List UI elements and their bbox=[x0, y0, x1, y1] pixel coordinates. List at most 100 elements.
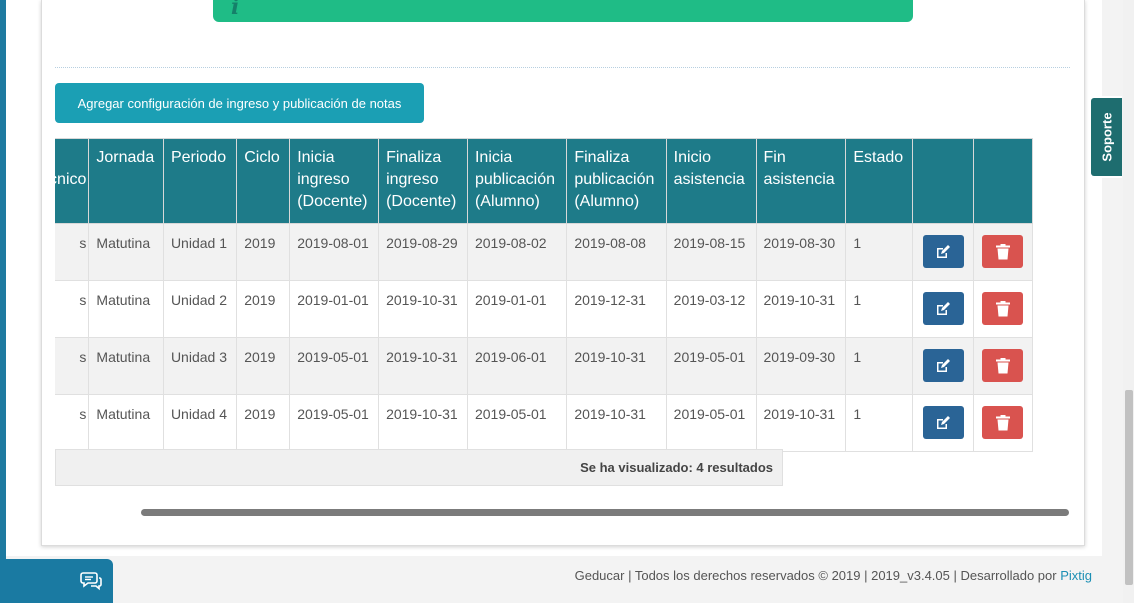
column-header-fin-asistencia: Fin asistencia bbox=[755, 138, 847, 224]
cell-edit-action bbox=[912, 394, 974, 452]
table-row: s Matutina Unidad 1 2019 2019-08-01 2019… bbox=[55, 223, 1034, 281]
cell-jornada: Matutina bbox=[88, 337, 164, 395]
cell-ciclo: 2019 bbox=[236, 223, 291, 281]
edit-button[interactable] bbox=[922, 292, 964, 325]
column-header-delete bbox=[972, 138, 1034, 224]
cell-ciclo: 2019 bbox=[236, 394, 291, 452]
cell-tecnico: s bbox=[55, 337, 90, 395]
cell-edit-action bbox=[912, 337, 974, 395]
column-header-finaliza-publicacion: Finaliza publicación (Alumno) bbox=[566, 138, 667, 224]
trash-icon bbox=[995, 300, 1010, 316]
cell-ciclo: 2019 bbox=[236, 280, 291, 338]
cell-inicia-publicacion: 2019-01-01 bbox=[466, 280, 568, 338]
configurations-table: Técnico Jornada Periodo Ciclo Inicia ing… bbox=[55, 138, 1034, 452]
chat-widget-tab[interactable] bbox=[0, 559, 113, 603]
cell-finaliza-ingreso: 2019-10-31 bbox=[378, 280, 468, 338]
cell-inicia-publicacion: 2019-05-01 bbox=[466, 394, 568, 452]
edit-icon bbox=[937, 358, 951, 372]
cell-inicio-asistencia: 2019-05-01 bbox=[665, 337, 757, 395]
vertical-scrollbar-thumb[interactable] bbox=[1125, 390, 1133, 585]
column-header-tecnico: Técnico bbox=[55, 138, 90, 224]
cell-finaliza-publicacion: 2019-08-08 bbox=[566, 223, 667, 281]
cell-inicia-ingreso: 2019-08-01 bbox=[289, 223, 380, 281]
cell-finaliza-publicacion: 2019-12-31 bbox=[566, 280, 667, 338]
table-row: s Matutina Unidad 3 2019 2019-05-01 2019… bbox=[55, 337, 1034, 395]
cell-inicia-publicacion: 2019-06-01 bbox=[466, 337, 568, 395]
cell-edit-action bbox=[912, 223, 974, 281]
column-header-edit bbox=[912, 138, 974, 224]
table-scroll-container[interactable]: Técnico Jornada Periodo Ciclo Inicia ing… bbox=[55, 138, 1071, 488]
cell-fin-asistencia: 2019-09-30 bbox=[755, 337, 847, 395]
cell-finaliza-ingreso: 2019-08-29 bbox=[378, 223, 468, 281]
footer-pixtig-link[interactable]: Pixtig bbox=[1060, 568, 1092, 583]
delete-button[interactable] bbox=[982, 292, 1024, 325]
edit-button[interactable] bbox=[922, 349, 964, 382]
cell-fin-asistencia: 2019-08-30 bbox=[755, 223, 847, 281]
trash-icon bbox=[995, 357, 1010, 373]
cell-delete-action bbox=[972, 394, 1034, 452]
cell-estado: 1 bbox=[845, 394, 914, 452]
cell-fin-asistencia: 2019-10-31 bbox=[755, 280, 847, 338]
column-header-inicio-asistencia: Inicio asistencia bbox=[665, 138, 757, 224]
edit-icon bbox=[937, 415, 951, 429]
cell-periodo: Unidad 2 bbox=[162, 280, 238, 338]
table-row: s Matutina Unidad 2 2019 2019-01-01 2019… bbox=[55, 280, 1034, 338]
cell-inicio-asistencia: 2019-08-15 bbox=[665, 223, 757, 281]
chat-icon bbox=[80, 572, 102, 591]
cell-inicio-asistencia: 2019-03-12 bbox=[665, 280, 757, 338]
cell-jornada: Matutina bbox=[88, 223, 164, 281]
cell-inicia-publicacion: 2019-08-02 bbox=[466, 223, 568, 281]
section-divider bbox=[55, 67, 1070, 68]
cell-delete-action bbox=[972, 280, 1034, 338]
info-icon: i bbox=[231, 0, 240, 20]
cell-finaliza-ingreso: 2019-10-31 bbox=[378, 394, 468, 452]
support-tab[interactable]: Soporte bbox=[1089, 96, 1122, 178]
trash-icon bbox=[995, 243, 1010, 259]
support-tab-label: Soporte bbox=[1099, 112, 1114, 162]
column-header-estado: Estado bbox=[845, 138, 914, 224]
cell-delete-action bbox=[972, 223, 1034, 281]
cell-estado: 1 bbox=[845, 280, 914, 338]
table-row: s Matutina Unidad 4 2019 2019-05-01 2019… bbox=[55, 394, 1034, 452]
cell-finaliza-publicacion: 2019-10-31 bbox=[566, 337, 667, 395]
page-footer: Geducar | Todos los derechos reservados … bbox=[575, 568, 1092, 583]
cell-jornada: Matutina bbox=[88, 394, 164, 452]
cell-estado: 1 bbox=[845, 223, 914, 281]
cell-fin-asistencia: 2019-10-31 bbox=[755, 394, 847, 452]
edit-button[interactable] bbox=[922, 406, 964, 439]
column-header-periodo: Periodo bbox=[162, 138, 238, 224]
cell-inicia-ingreso: 2019-05-01 bbox=[289, 394, 380, 452]
cell-inicia-ingreso: 2019-05-01 bbox=[289, 337, 380, 395]
table-header-row: Técnico Jornada Periodo Ciclo Inicia ing… bbox=[55, 138, 1034, 224]
cell-tecnico: s bbox=[55, 280, 90, 338]
cell-edit-action bbox=[912, 280, 974, 338]
cell-periodo: Unidad 1 bbox=[162, 223, 238, 281]
cell-tecnico: s bbox=[55, 223, 90, 281]
cell-inicio-asistencia: 2019-05-01 bbox=[665, 394, 757, 452]
column-header-finaliza-ingreso: Finaliza ingreso (Docente) bbox=[378, 138, 468, 224]
column-header-inicia-ingreso: Inicia ingreso (Docente) bbox=[289, 138, 380, 224]
results-count-text: Se ha visualizado: 4 resultados bbox=[580, 460, 773, 475]
column-header-label: Técnico bbox=[55, 171, 87, 188]
column-header-ciclo: Ciclo bbox=[236, 138, 291, 224]
delete-button[interactable] bbox=[982, 349, 1024, 382]
delete-button[interactable] bbox=[982, 235, 1024, 268]
cell-inicia-ingreso: 2019-01-01 bbox=[289, 280, 380, 338]
horizontal-scrollbar[interactable] bbox=[141, 509, 1069, 516]
cell-tecnico: s bbox=[55, 394, 90, 452]
add-configuration-button[interactable]: Agregar configuración de ingreso y publi… bbox=[55, 83, 424, 123]
trash-icon bbox=[995, 414, 1010, 430]
cell-ciclo: 2019 bbox=[236, 337, 291, 395]
cell-jornada: Matutina bbox=[88, 280, 164, 338]
cell-delete-action bbox=[972, 337, 1034, 395]
column-header-inicia-publicacion: Inicia publicación (Alumno) bbox=[466, 138, 568, 224]
edit-icon bbox=[937, 301, 951, 315]
cell-finaliza-publicacion: 2019-10-31 bbox=[566, 394, 667, 452]
delete-button[interactable] bbox=[982, 406, 1024, 439]
footer-copyright: Geducar | Todos los derechos reservados … bbox=[574, 568, 1061, 583]
cell-estado: 1 bbox=[845, 337, 914, 395]
edit-button[interactable] bbox=[922, 235, 964, 268]
results-summary: Se ha visualizado: 4 resultados bbox=[55, 449, 783, 486]
cell-finaliza-ingreso: 2019-10-31 bbox=[378, 337, 468, 395]
edit-icon bbox=[937, 244, 951, 258]
